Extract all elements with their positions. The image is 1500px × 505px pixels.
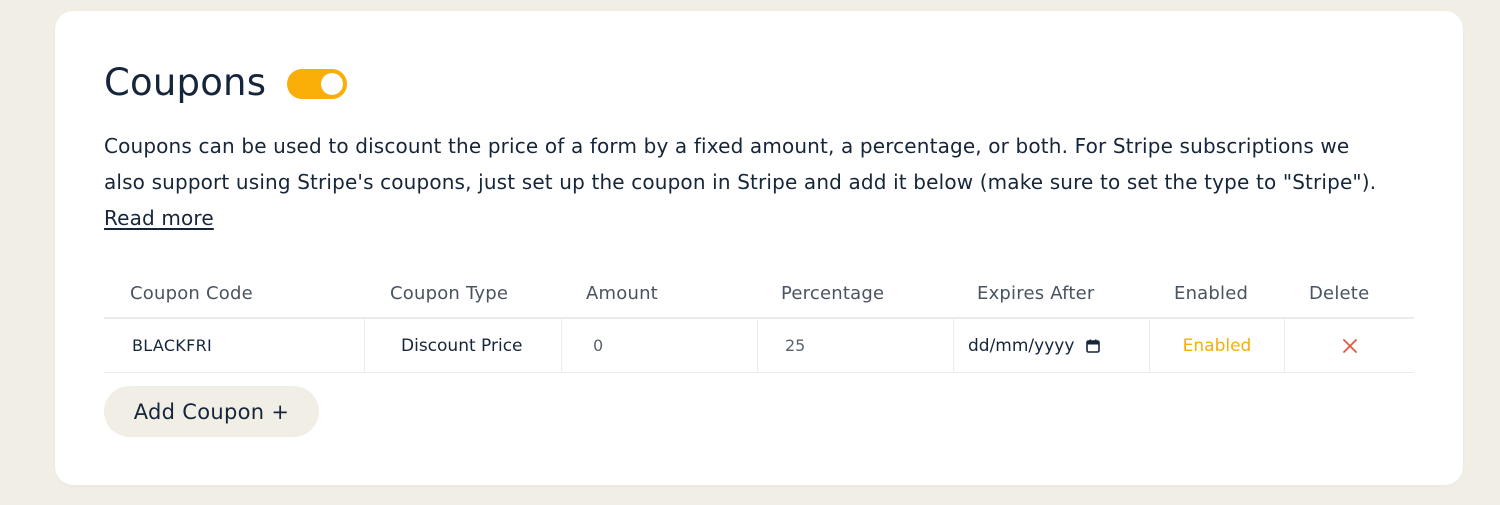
add-coupon-button[interactable]: Add Coupon + [104,386,319,437]
column-header-coupon-type: Coupon Type [390,283,509,304]
column-header-percentage: Percentage [781,283,885,304]
column-header-amount: Amount [586,283,658,304]
expires-date-input[interactable]: dd/mm/yyyy [953,319,1149,372]
close-icon [1342,338,1357,353]
delete-button[interactable] [1284,319,1414,372]
read-more-link[interactable]: Read more [104,206,214,230]
section-description: Coupons can be used to discount the pric… [104,128,1394,236]
coupons-toggle[interactable] [287,69,348,99]
date-placeholder: dd/mm/yyyy [968,335,1075,356]
coupons-card: Coupons Coupons can be used to discount … [55,11,1463,485]
percentage-input[interactable]: 25 [757,319,953,372]
description-text: Coupons can be used to discount the pric… [104,134,1377,194]
column-header-coupon-code: Coupon Code [130,283,253,304]
coupons-table: Coupon Code Coupon Type Amount Percentag… [104,273,1414,373]
enabled-status[interactable]: Enabled [1149,319,1284,372]
table-row: BLACKFRI Discount Price 0 25 dd/mm/yyyy … [104,319,1414,373]
table-header: Coupon Code Coupon Type Amount Percentag… [104,273,1414,319]
column-header-delete: Delete [1309,283,1370,304]
column-header-enabled: Enabled [1174,283,1249,304]
toggle-knob [321,73,344,95]
coupon-type-select[interactable]: Discount Price [364,319,561,372]
amount-input[interactable]: 0 [561,319,757,372]
page-title: Coupons [104,61,267,104]
column-header-expires-after: Expires After [977,283,1095,304]
calendar-icon[interactable] [1086,339,1101,353]
section-header: Coupons [104,61,348,105]
coupon-code-input[interactable]: BLACKFRI [104,319,364,372]
